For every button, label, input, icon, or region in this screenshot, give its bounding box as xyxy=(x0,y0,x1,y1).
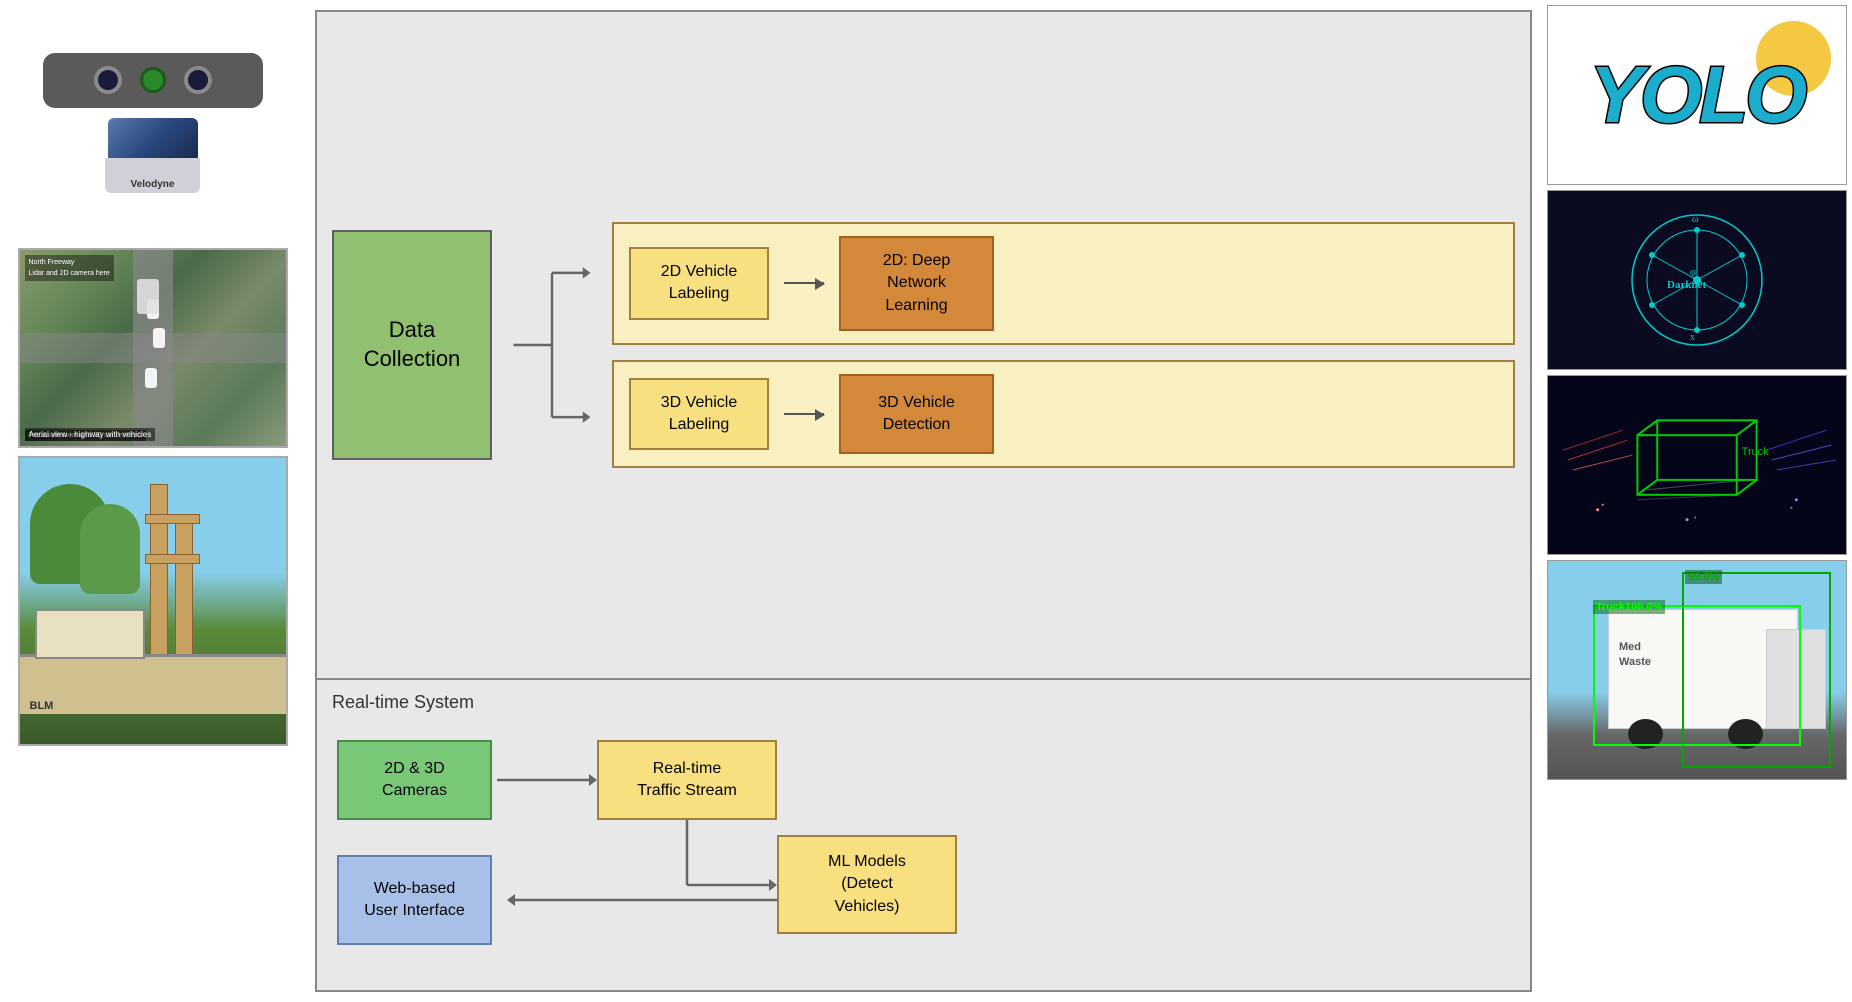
deep-network-box: 2D: Deep Network Learning xyxy=(839,236,994,331)
svg-text:x: x xyxy=(1690,332,1695,343)
yolo-logo-text: YOLO xyxy=(1590,49,1805,141)
blm-text: BLM xyxy=(30,700,54,712)
realtime-content: 2D & 3D Cameras Real-time Traffic Stream… xyxy=(337,725,1510,975)
vehicle-3 xyxy=(145,368,157,388)
yolo-l: L xyxy=(1699,50,1745,139)
vehicle-labeling-2d-box: 2D Vehicle Labeling xyxy=(629,247,769,320)
truck-detection-image: MedWaste Truck100.0% 99.0% xyxy=(1547,560,1847,780)
pipeline-2d-group: 2D Vehicle Labeling 2D: Deep Network Lea… xyxy=(612,222,1515,345)
crossbar-2 xyxy=(145,554,200,564)
vehicle-labeling-2d-label: 2D Vehicle Labeling xyxy=(661,261,738,306)
vehicle-detection-3d-label: 3D Vehicle Detection xyxy=(878,392,955,437)
right-column: YOLO ω φ x Darknet xyxy=(1542,0,1852,1002)
stream-box: Real-time Traffic Stream xyxy=(597,740,777,820)
yolo-image: YOLO xyxy=(1547,5,1847,185)
sensor-images: Velodyne xyxy=(18,10,288,240)
tree-2 xyxy=(80,504,140,594)
truck-aerial xyxy=(137,279,159,314)
fork-arrows-svg xyxy=(512,220,592,470)
equipment-box xyxy=(35,609,145,659)
sensor-pole-2 xyxy=(175,514,193,664)
arrow-3d xyxy=(784,413,824,415)
arrow-2d xyxy=(784,282,824,284)
lidar3d-svg: Truck xyxy=(1548,380,1846,550)
lidar3d-image: Truck xyxy=(1547,375,1847,555)
sensor-pole xyxy=(150,484,168,664)
camera-lens-left xyxy=(94,66,122,94)
secondary-detection-label: 99.0% xyxy=(1685,570,1722,584)
stream-label: Real-time Traffic Stream xyxy=(637,758,737,803)
aerial-photo: North Freeway Lidar and 2D camera here T… xyxy=(18,248,288,448)
truck-photo: BLM xyxy=(18,456,288,746)
camera-lens-right xyxy=(184,66,212,94)
deep-network-label: 2D: Deep Network Learning xyxy=(883,250,951,317)
realtime-label: Real-time System xyxy=(332,692,474,713)
detection-label-truck: Truck100.0% xyxy=(1593,600,1666,614)
pipeline-3d-group: 3D Vehicle Labeling 3D Vehicle Detection xyxy=(612,360,1515,468)
yolo-o2: O xyxy=(1745,50,1804,139)
left-column: Velodyne North Freeway Lidar and 2D came… xyxy=(0,0,305,1002)
vehicle-labeling-3d-label: 3D Vehicle Labeling xyxy=(661,392,738,437)
pickup-truck-bed: BLM xyxy=(20,654,286,714)
svg-text:Darknet: Darknet xyxy=(1667,279,1706,291)
lidar-bottom: Velodyne xyxy=(105,158,200,193)
web-box-wrapper: Web-based User Interface xyxy=(337,855,492,945)
cameras-label: 2D & 3D Cameras xyxy=(382,758,447,803)
darknet-image: ω φ x Darknet xyxy=(1547,190,1847,370)
realtime-section: Real-time System 2D & 3D Cameras Real-ti… xyxy=(315,680,1532,992)
stream-box-wrapper: Real-time Traffic Stream xyxy=(597,740,777,820)
ml-label: ML Models (Detect Vehicles) xyxy=(828,851,906,918)
web-box: Web-based User Interface xyxy=(337,855,492,945)
yolo-y: Y xyxy=(1590,50,1640,139)
svg-text:φ: φ xyxy=(1690,267,1696,278)
secondary-detection-box xyxy=(1682,572,1831,768)
pipeline-section: Data Collection 2D Vehicle Labeling xyxy=(315,10,1532,680)
center-column: Data Collection 2D Vehicle Labeling xyxy=(305,0,1542,1002)
vehicle-detection-3d-box: 3D Vehicle Detection xyxy=(839,374,994,454)
crossbar-1 xyxy=(145,514,200,524)
branch-area: 2D Vehicle Labeling 2D: Deep Network Lea… xyxy=(612,222,1515,468)
yolo-o: O xyxy=(1640,50,1699,139)
vehicle-labeling-3d-box: 3D Vehicle Labeling xyxy=(629,378,769,451)
velodyne-label: Velodyne xyxy=(131,179,175,190)
cameras-box: 2D & 3D Cameras xyxy=(337,740,492,820)
darknet-svg: ω φ x Darknet xyxy=(1607,200,1787,360)
lidar-top xyxy=(108,118,198,158)
data-collection-box: Data Collection xyxy=(332,230,492,460)
cameras-box-wrapper: 2D & 3D Cameras xyxy=(337,740,492,820)
data-collection-label: Data Collection xyxy=(364,316,461,373)
svg-text:Truck: Truck xyxy=(1742,446,1769,458)
ml-box-wrapper: ML Models (Detect Vehicles) xyxy=(777,835,957,934)
lidar-sensor: Velodyne xyxy=(103,118,203,198)
stereo-camera xyxy=(43,53,263,108)
ml-box: ML Models (Detect Vehicles) xyxy=(777,835,957,934)
svg-text:ω: ω xyxy=(1692,214,1699,225)
web-label: Web-based User Interface xyxy=(364,878,464,923)
vehicle-2 xyxy=(153,328,165,348)
